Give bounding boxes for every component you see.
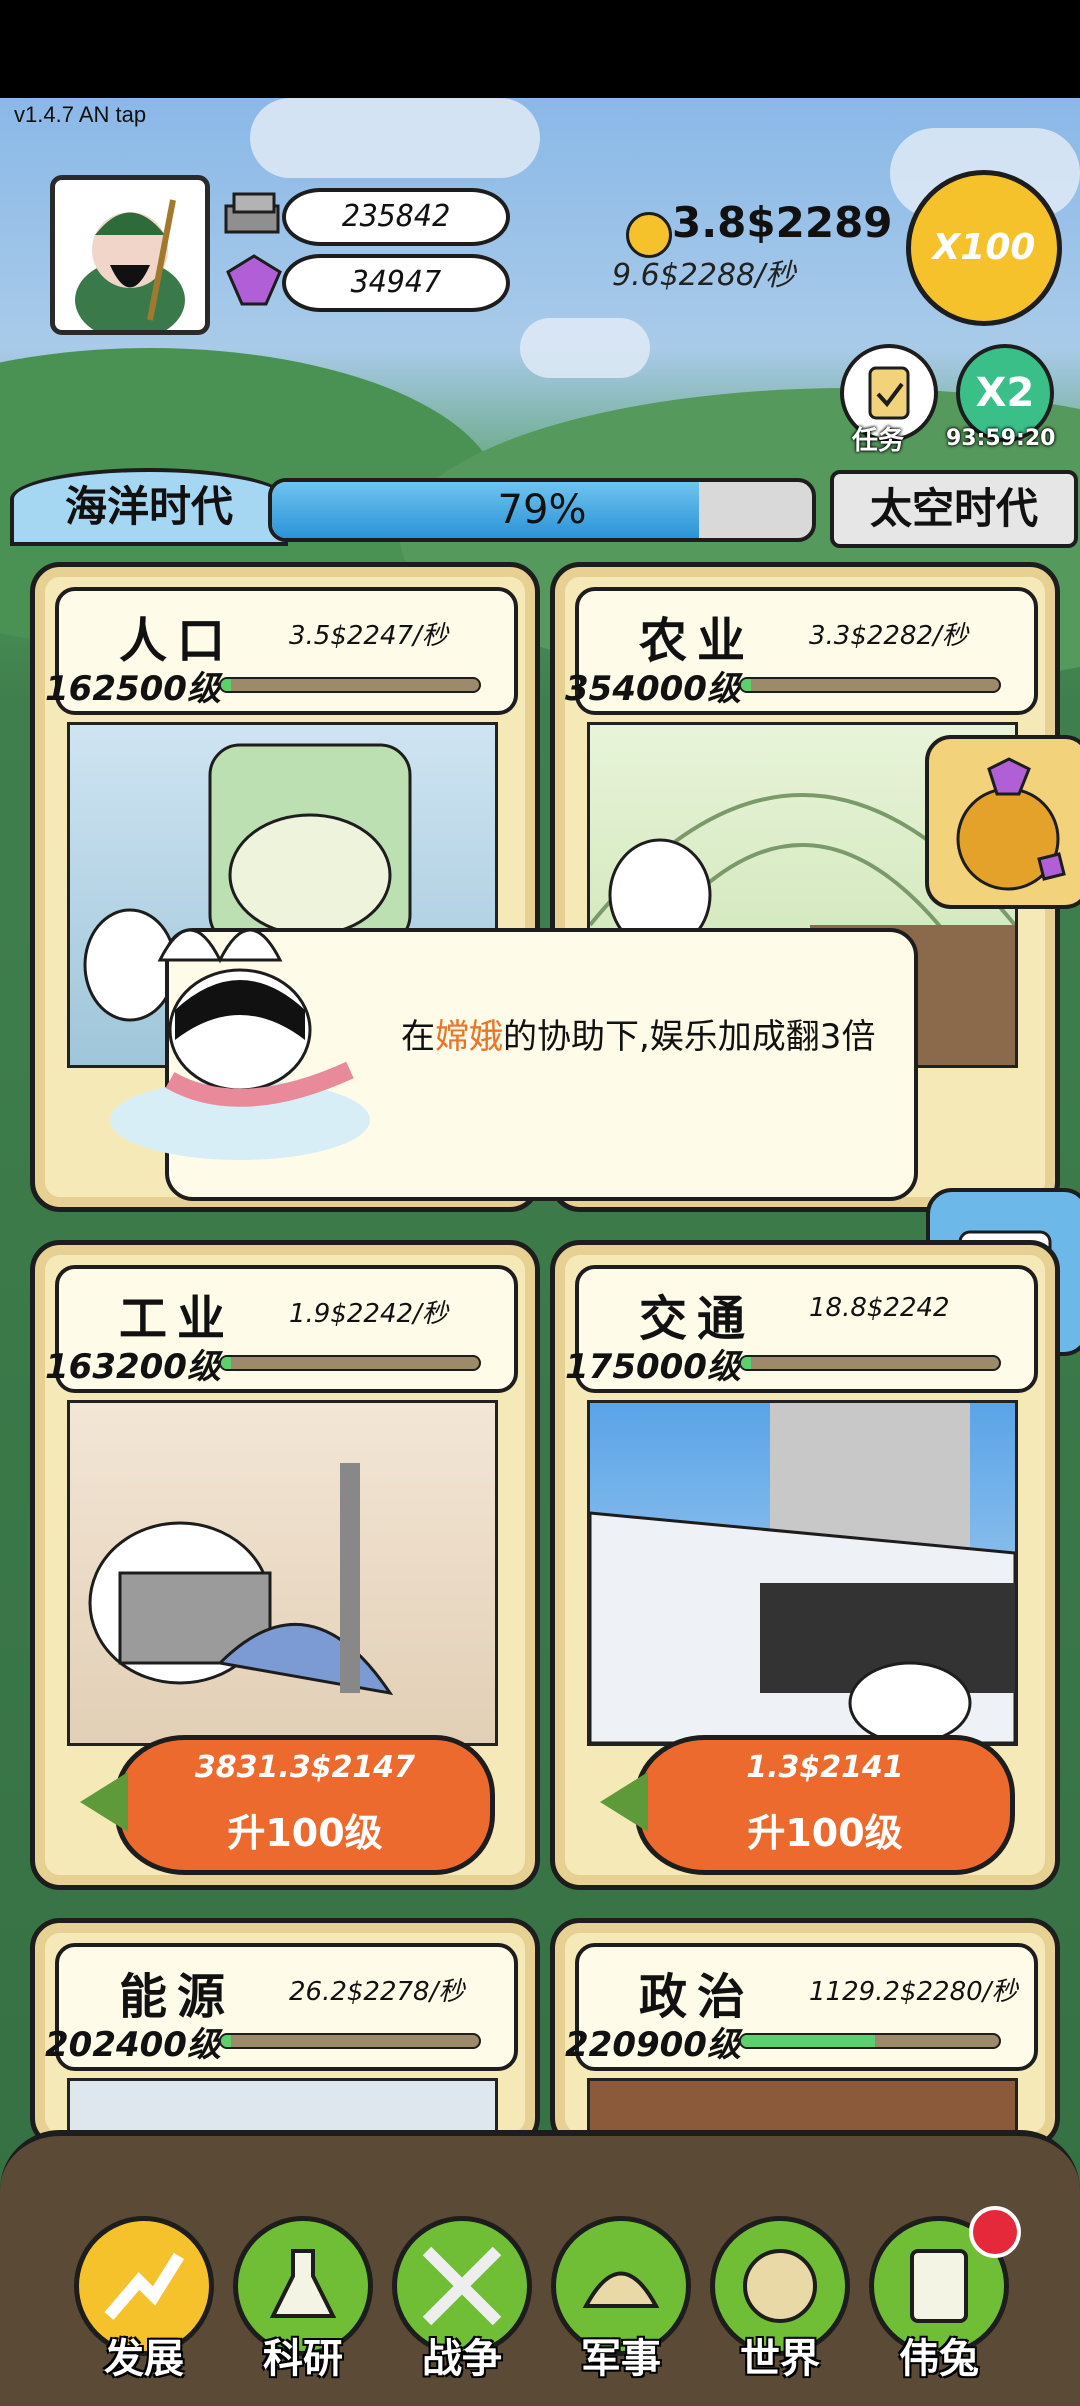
tasks-label: 任务 xyxy=(852,426,905,456)
card-rate: 26.2$2278/秒 xyxy=(289,1977,465,2007)
change-character xyxy=(80,920,400,1160)
nav-label: 军事 xyxy=(581,2336,661,2382)
card-level: 175000级 xyxy=(565,1347,741,1387)
card-industry[interactable]: 工业 1.9$2242/秒 163200级 3831.3$2147 升100级 xyxy=(30,1240,540,1890)
card-progress-fill xyxy=(221,1357,232,1369)
card-progress xyxy=(739,1355,1001,1371)
card-level: 162500级 xyxy=(45,669,221,709)
upgrade-cost: 1.3$2141 xyxy=(746,1750,904,1785)
gem-count: 34947 xyxy=(282,254,510,312)
card-progress xyxy=(739,677,1001,693)
upgrade-label: 升100级 xyxy=(747,1811,903,1855)
tooltip-suffix: 的协助下,娱乐加成翻3倍 xyxy=(503,1017,876,1057)
upgrade-label: 升100级 xyxy=(227,1811,383,1855)
card-header: 交通 18.8$2242 175000级 xyxy=(565,1265,1038,1393)
card-header: 政治 1129.2$2280/秒 220900级 xyxy=(565,1943,1038,2071)
next-era: 太空时代 xyxy=(830,470,1078,548)
notification-badge xyxy=(969,2206,1021,2258)
card-progress-fill xyxy=(741,1357,752,1369)
card-header: 农业 3.3$2282/秒 354000级 xyxy=(565,587,1038,715)
current-era: 海洋时代 xyxy=(10,468,288,546)
card-progress xyxy=(739,2033,1001,2049)
era-progress-bar: 79% xyxy=(268,478,816,542)
nav-war[interactable]: 战争 xyxy=(392,2216,532,2396)
multiplier-button[interactable]: X100 xyxy=(906,170,1062,326)
card-progress-fill xyxy=(741,2035,876,2047)
card-level: 163200级 xyxy=(45,1347,221,1387)
nav-label: 战争 xyxy=(422,2336,502,2382)
cloud xyxy=(250,98,540,178)
nav-research[interactable]: 科研 xyxy=(233,2216,373,2396)
nav-world[interactable]: 世界 xyxy=(710,2216,850,2396)
upgrade-button[interactable]: 1.3$2141 升100级 xyxy=(600,1735,1015,1875)
card-transport[interactable]: 交通 18.8$2242 175000级 1.3$2141 升100级 xyxy=(550,1240,1060,1890)
card-level: 220900级 xyxy=(565,2025,741,2065)
boost-timer: 93:59:20 xyxy=(946,426,1056,451)
money-total: 3.8$2289 xyxy=(672,198,893,247)
player-avatar[interactable] xyxy=(50,175,210,335)
card-level: 202400级 xyxy=(45,2025,221,2065)
card-rate: 3.3$2282/秒 xyxy=(809,621,968,651)
card-progress xyxy=(219,2033,481,2049)
nav-develop[interactable]: 发展 xyxy=(74,2216,214,2396)
card-progress-fill xyxy=(741,679,752,691)
card-header: 工业 1.9$2242/秒 163200级 xyxy=(45,1265,518,1393)
card-energy[interactable]: 能源 26.2$2278/秒 202400级 xyxy=(30,1918,540,2148)
tooltip-text: 在嫦娥的协助下,娱乐加成翻3倍 xyxy=(401,1012,881,1062)
nav-military[interactable]: 军事 xyxy=(551,2216,691,2396)
ingot-icon xyxy=(222,190,282,236)
tooltip-prefix: 在 xyxy=(401,1017,435,1057)
tooltip-highlight: 嫦娥 xyxy=(435,1017,503,1057)
era-progress-text: 79% xyxy=(497,487,587,533)
industry-illustration xyxy=(67,1400,498,1746)
card-rate: 18.8$2242 xyxy=(809,1293,950,1323)
card-rate: 1129.2$2280/秒 xyxy=(809,1977,1018,2007)
nav-label: 发展 xyxy=(104,2336,184,2382)
card-progress xyxy=(219,677,481,693)
card-rate: 1.9$2242/秒 xyxy=(289,1299,448,1329)
version-label: v1.4.7 AN tap xyxy=(14,102,147,127)
money-rate: 9.6$2288/秒 xyxy=(612,258,796,293)
card-rate: 3.5$2247/秒 xyxy=(289,621,448,651)
card-level: 354000级 xyxy=(565,669,741,709)
card-header: 人口 3.5$2247/秒 162500级 xyxy=(45,587,518,715)
nav-great-rabbit[interactable]: 伟兔 xyxy=(869,2206,1021,2396)
ingot-count: 235842 xyxy=(282,188,510,246)
gem-pot-icon xyxy=(956,757,1066,891)
gem-pot-button[interactable] xyxy=(925,735,1080,909)
nav-label: 伟兔 xyxy=(899,2336,979,2382)
card-progress xyxy=(219,1355,481,1371)
card-header: 能源 26.2$2278/秒 202400级 xyxy=(45,1943,518,2071)
card-progress-fill xyxy=(221,2035,232,2047)
gem-icon xyxy=(226,254,282,306)
upgrade-cost: 3831.3$2147 xyxy=(194,1750,416,1785)
card-politics[interactable]: 政治 1129.2$2280/秒 220900级 xyxy=(550,1918,1060,2148)
nav-label: 科研 xyxy=(263,2336,343,2382)
upgrade-button[interactable]: 3831.3$2147 升100级 xyxy=(80,1735,495,1875)
nav-label: 世界 xyxy=(740,2336,820,2382)
transport-illustration xyxy=(587,1400,1018,1746)
bottom-nav: 发展 科研 战争 军事 世界 伟兔 xyxy=(0,2130,1080,2406)
card-progress-fill xyxy=(221,679,232,691)
cloud xyxy=(520,318,650,378)
